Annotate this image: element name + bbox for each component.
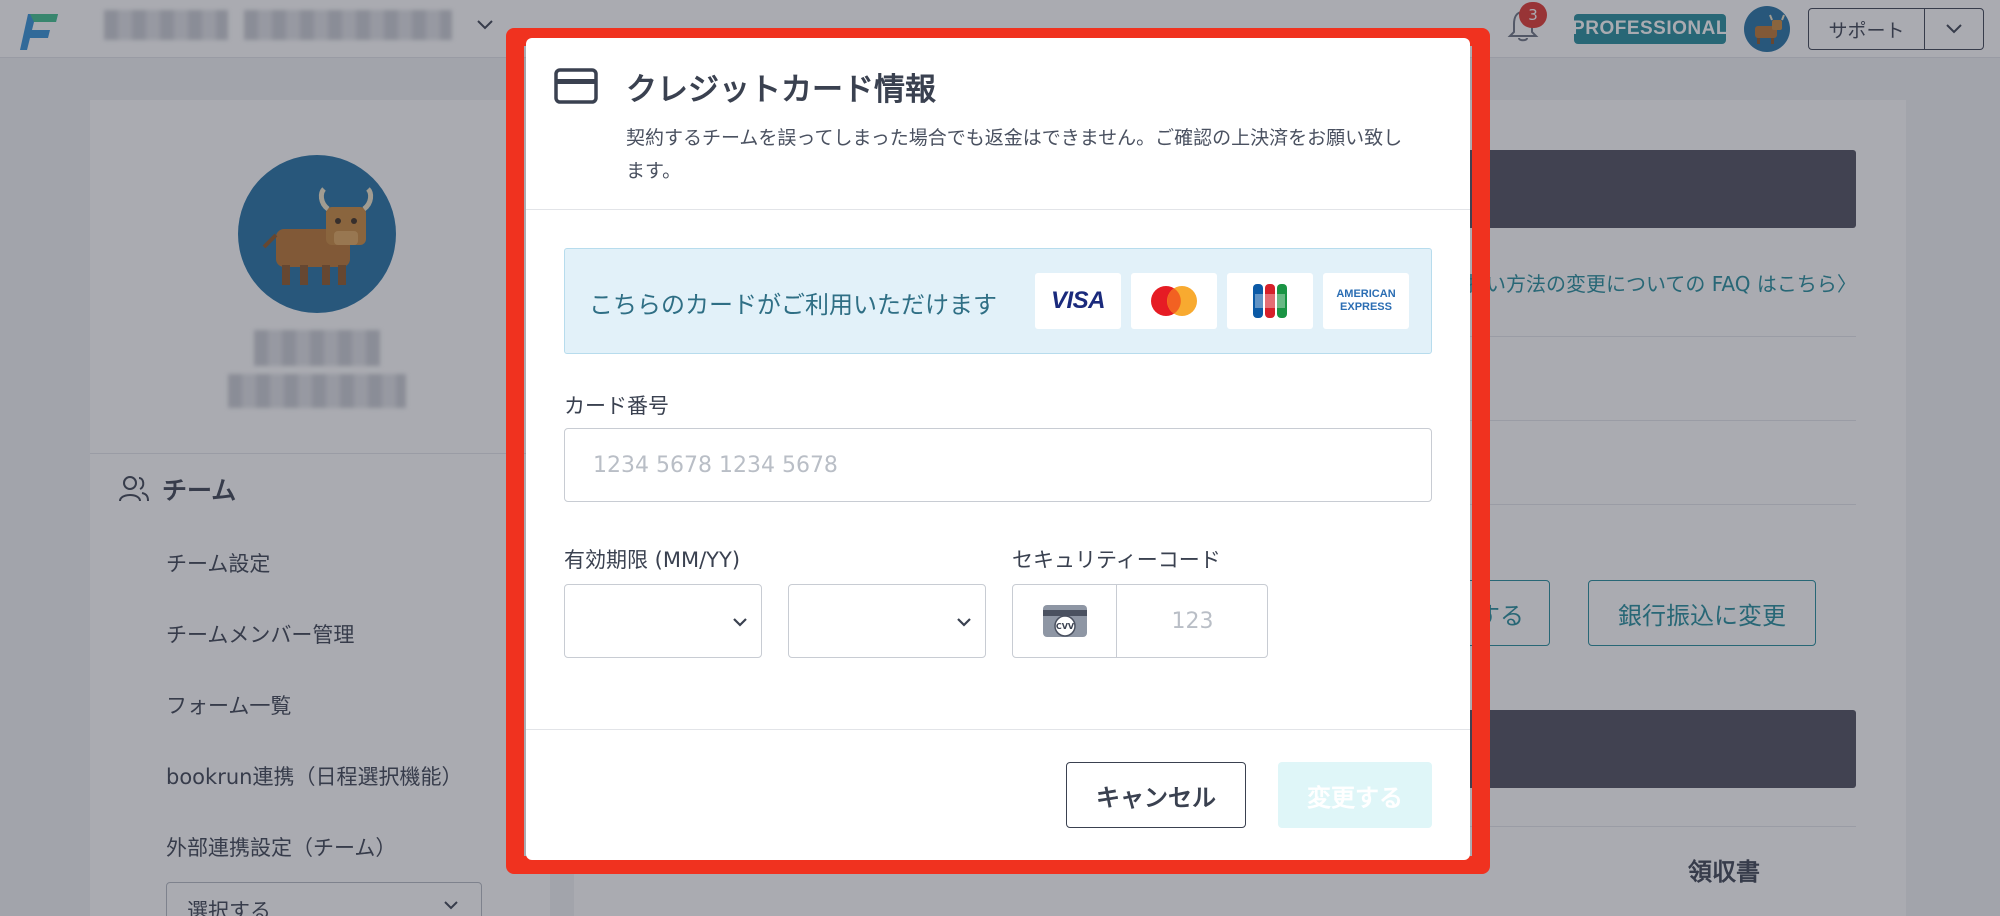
expiry-month-select[interactable] <box>564 584 762 658</box>
chevron-down-icon <box>957 618 971 627</box>
credit-card-icon <box>554 68 598 104</box>
card-number-field[interactable] <box>564 428 1432 502</box>
amex-logo-text: AMERICAN EXPRESS <box>1336 288 1396 313</box>
modal-header-divider <box>526 209 1470 210</box>
security-code-input[interactable] <box>1118 585 1267 657</box>
card-number-label: カード番号 <box>564 394 669 418</box>
accepted-cards-text: こちらのカードがご利用いただけます <box>589 291 997 319</box>
cvv-card-icon: CVV <box>1042 605 1087 637</box>
visa-logo-text: VISA <box>1050 287 1106 314</box>
chevron-down-icon <box>733 618 747 627</box>
expiry-year-select[interactable] <box>788 584 986 658</box>
credit-card-modal: クレジットカード情報 契約するチームを誤ってしまった場合でも返金はできません。ご… <box>526 38 1470 860</box>
cvv-badge-text: CVV <box>1055 622 1074 631</box>
expiry-label: 有効期限 (MM/YY) <box>564 548 741 572</box>
modal-title: クレジットカード情報 <box>626 72 936 108</box>
cancel-button[interactable]: キャンセル <box>1066 762 1246 828</box>
accepted-cards-box: こちらのカードがご利用いただけます VISA AMERICAN EXPRESS <box>564 248 1432 354</box>
amex-logo: AMERICAN EXPRESS <box>1323 273 1409 329</box>
security-code-field[interactable]: CVV <box>1012 584 1268 658</box>
card-number-input[interactable] <box>565 429 1431 501</box>
security-code-label: セキュリティーコード <box>1012 548 1221 572</box>
security-code-input-wrap[interactable] <box>1118 585 1267 657</box>
mastercard-logo <box>1131 273 1217 329</box>
cvv-icon-box: CVV <box>1013 585 1117 657</box>
visa-logo: VISA <box>1035 273 1121 329</box>
modal-description: 契約するチームを誤ってしまった場合でも返金はできません。ご確認の上決済をお願い致… <box>626 127 1403 182</box>
modal-footer-divider <box>526 729 1470 730</box>
jcb-logo <box>1227 273 1313 329</box>
submit-button[interactable]: 変更する <box>1278 762 1432 828</box>
